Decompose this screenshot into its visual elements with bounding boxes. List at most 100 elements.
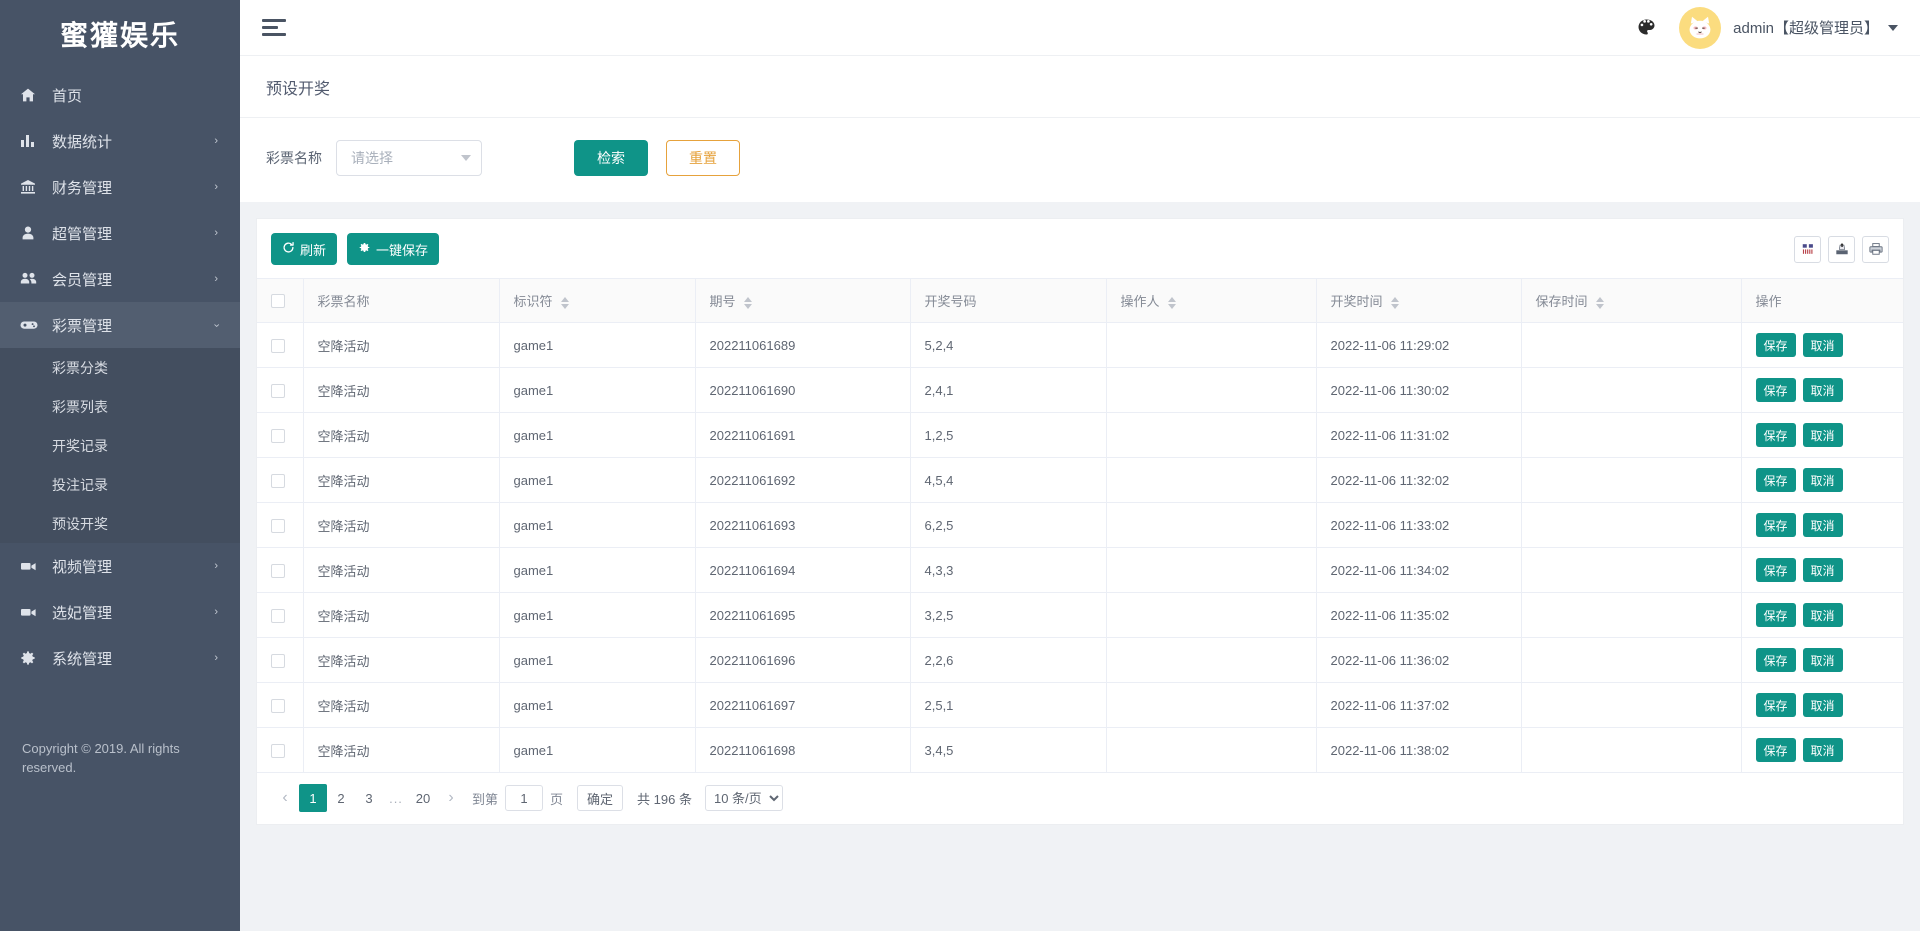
cell-draw-time: 2022-11-06 11:29:02 <box>1316 322 1522 368</box>
sidebar-item-system[interactable]: 系统管理 › <box>0 635 240 681</box>
row-checkbox[interactable] <box>271 743 285 758</box>
row-checkbox[interactable] <box>271 698 285 713</box>
print-icon[interactable] <box>1862 235 1889 263</box>
sort-icon[interactable] <box>1168 296 1177 309</box>
table-card: 刷新 一键保存 彩票名称 标识符 期号 开奖号码 操作人 开奖时间 保存时间 操… <box>256 218 1904 825</box>
table-row: 空降活动 game1 202211061689 5,2,4 2022-11-06 11:… <box>257 322 1903 368</box>
cell-numbers: 1,2,5 <box>910 412 1107 458</box>
page-size-select[interactable]: 10 条/页 <box>704 785 783 811</box>
reset-button[interactable]: 重置 <box>666 140 740 176</box>
row-save-button[interactable]: 保存 <box>1755 378 1796 402</box>
sidebar-item-superadmin[interactable]: 超管管理 › <box>0 210 240 256</box>
sidebar-subitem-draw-records[interactable]: 开奖记录 <box>0 426 240 465</box>
table-row: 空降活动 game1 202211061695 3,2,5 2022-11-06 11:… <box>257 592 1903 638</box>
page-button-3[interactable]: 3 <box>355 784 383 812</box>
cell-save-time <box>1521 457 1742 503</box>
row-checkbox[interactable] <box>271 338 285 353</box>
page-button-last[interactable]: 20 <box>409 784 437 812</box>
table-header-issue[interactable]: 期号 <box>695 278 911 323</box>
export-icon[interactable] <box>1828 235 1855 263</box>
table-header-save-time[interactable]: 保存时间 <box>1521 278 1742 323</box>
topbar: admin【超级管理员】 <box>240 0 1920 56</box>
row-select-cell <box>257 457 304 503</box>
row-save-button[interactable]: 保存 <box>1755 693 1796 717</box>
row-cancel-button[interactable]: 取消 <box>1802 468 1843 492</box>
row-save-button[interactable]: 保存 <box>1755 333 1796 357</box>
cell-issue: 202211061693 <box>695 502 911 548</box>
sort-icon[interactable] <box>744 296 753 309</box>
sort-icon[interactable] <box>1596 296 1605 309</box>
row-save-button[interactable]: 保存 <box>1755 423 1796 447</box>
row-cancel-button[interactable]: 取消 <box>1802 603 1843 627</box>
row-save-button[interactable]: 保存 <box>1755 468 1796 492</box>
sidebar-subitem-lottery-list[interactable]: 彩票列表 <box>0 387 240 426</box>
sidebar-item-statistics[interactable]: 数据统计 › <box>0 118 240 164</box>
goto-confirm-button[interactable]: 确定 <box>577 785 624 811</box>
row-save-button[interactable]: 保存 <box>1755 648 1796 672</box>
palette-icon[interactable] <box>1631 13 1661 43</box>
user-icon <box>20 225 46 241</box>
table-header-code[interactable]: 标识符 <box>499 278 696 323</box>
row-checkbox[interactable] <box>271 383 285 398</box>
sidebar-item-members[interactable]: 会员管理 › <box>0 256 240 302</box>
row-cancel-button[interactable]: 取消 <box>1802 558 1843 582</box>
goto-page-input[interactable] <box>505 785 544 811</box>
columns-icon[interactable] <box>1794 235 1821 263</box>
row-save-button[interactable]: 保存 <box>1755 603 1796 627</box>
sidebar-item-concubine[interactable]: 选妃管理 › <box>0 589 240 635</box>
row-checkbox[interactable] <box>271 518 285 533</box>
row-cancel-button[interactable]: 取消 <box>1802 648 1843 672</box>
hamburger-icon[interactable] <box>262 17 288 39</box>
sidebar-subitem-bet-records[interactable]: 投注记录 <box>0 465 240 504</box>
refresh-button[interactable]: 刷新 <box>271 233 338 265</box>
page-ellipsis[interactable]: ... <box>383 784 409 812</box>
chevron-left-icon[interactable]: ‹ <box>271 784 299 812</box>
chevron-right-icon: › <box>214 272 218 285</box>
sidebar-copyright: Copyright © 2019. All rights reserved. <box>22 741 180 775</box>
row-checkbox[interactable] <box>271 563 285 578</box>
row-checkbox[interactable] <box>271 653 285 668</box>
cell-numbers: 6,2,5 <box>910 502 1107 548</box>
select-all-checkbox[interactable] <box>271 294 285 309</box>
table-header-operator[interactable]: 操作人 <box>1106 278 1317 323</box>
row-save-button[interactable]: 保存 <box>1755 738 1796 762</box>
user-menu[interactable]: admin【超级管理员】 <box>1679 6 1898 49</box>
row-cancel-button[interactable]: 取消 <box>1802 693 1843 717</box>
row-cancel-button[interactable]: 取消 <box>1802 333 1843 357</box>
sidebar-item-finance[interactable]: 财务管理 › <box>0 164 240 210</box>
page-title: 预设开奖 <box>240 56 1920 118</box>
sidebar-item-video[interactable]: 视频管理 › <box>0 543 240 589</box>
cell-operator <box>1106 412 1317 458</box>
cell-code: game1 <box>499 412 696 458</box>
save-all-button[interactable]: 一键保存 <box>347 233 440 265</box>
row-save-button[interactable]: 保存 <box>1755 513 1796 537</box>
row-cancel-button[interactable]: 取消 <box>1802 378 1843 402</box>
row-save-button[interactable]: 保存 <box>1755 558 1796 582</box>
row-checkbox[interactable] <box>271 608 285 623</box>
row-cancel-button[interactable]: 取消 <box>1802 513 1843 537</box>
chevron-right-icon[interactable]: › <box>437 784 465 812</box>
page-button-1[interactable]: 1 <box>299 784 327 812</box>
page-button-2[interactable]: 2 <box>327 784 355 812</box>
avatar <box>1679 6 1722 49</box>
cell-actions: 保存 取消 <box>1741 682 1903 728</box>
table-row: 空降活动 game1 202211061690 2,4,1 2022-11-06 11:… <box>257 367 1903 413</box>
sidebar-item-lottery[interactable]: 彩票管理 › <box>0 302 240 348</box>
row-checkbox[interactable] <box>271 428 285 443</box>
row-checkbox[interactable] <box>271 473 285 488</box>
sort-icon[interactable] <box>1391 296 1400 309</box>
sidebar-item-home[interactable]: 首页 <box>0 72 240 118</box>
sidebar-subitem-preset-draw[interactable]: 预设开奖 <box>0 504 240 543</box>
sidebar-subitem-lottery-category[interactable]: 彩票分类 <box>0 348 240 387</box>
table-header-draw-time[interactable]: 开奖时间 <box>1316 278 1522 323</box>
cell-issue: 202211061690 <box>695 367 911 413</box>
cell-draw-time: 2022-11-06 11:30:02 <box>1316 367 1522 413</box>
row-cancel-button[interactable]: 取消 <box>1802 738 1843 762</box>
table-row: 空降活动 game1 202211061691 1,2,5 2022-11-06 11:… <box>257 412 1903 458</box>
search-button[interactable]: 检索 <box>574 140 648 176</box>
cell-code: game1 <box>499 637 696 683</box>
lottery-name-select[interactable]: 请选择 <box>336 140 482 176</box>
row-cancel-button[interactable]: 取消 <box>1802 423 1843 447</box>
sort-icon[interactable] <box>561 296 570 309</box>
cell-code: game1 <box>499 322 696 368</box>
